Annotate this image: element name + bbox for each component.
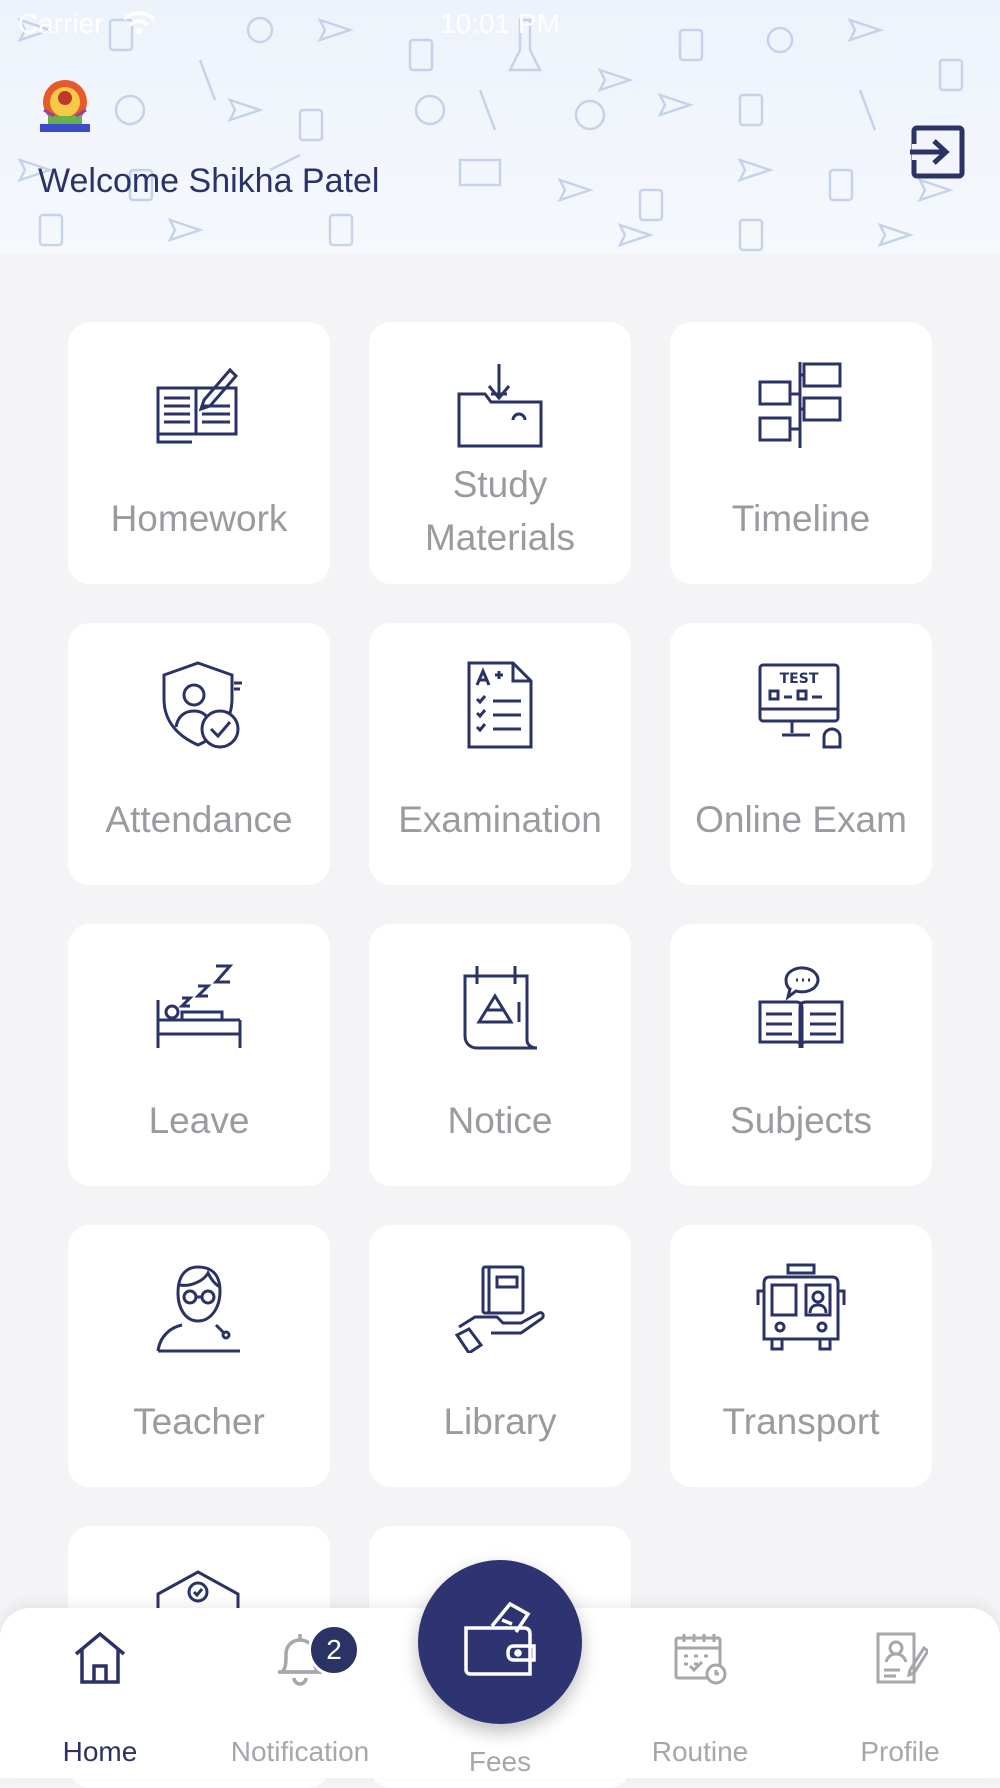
menu-label: Notice xyxy=(447,1100,553,1141)
profile-icon xyxy=(876,1632,928,1684)
calendar-icon xyxy=(674,1634,727,1685)
online-exam-icon: TEST xyxy=(758,663,842,749)
status-time: 10:01 PM xyxy=(440,8,560,39)
study-materials-icon xyxy=(457,364,543,448)
menu-tile-study-materials[interactable]: Study Materials xyxy=(369,322,631,584)
logout-icon[interactable] xyxy=(908,124,968,184)
library-icon xyxy=(455,1265,545,1353)
status-bar: Carrier 10:01 PM xyxy=(0,0,1000,50)
tab-label: Home xyxy=(62,1736,138,1767)
menu-label: Study Materials xyxy=(424,464,576,558)
menu-label: Attendance xyxy=(105,799,293,840)
wallet-icon xyxy=(464,1601,536,1676)
tab-home[interactable]: Home xyxy=(0,1608,200,1778)
attendance-icon xyxy=(162,661,242,749)
menu-tile-notice[interactable]: Notice xyxy=(369,924,631,1186)
subjects-icon xyxy=(758,966,844,1049)
tab-profile[interactable]: Profile xyxy=(800,1608,1000,1778)
leave-icon xyxy=(156,964,242,1048)
fees-label: Fees xyxy=(468,1746,532,1777)
menu-label: Transport xyxy=(722,1401,880,1442)
transport-icon xyxy=(756,1263,846,1351)
school-logo xyxy=(40,80,90,132)
tab-notification[interactable]: 2 Notification xyxy=(200,1608,400,1778)
notification-badge: 2 xyxy=(308,1624,360,1676)
menu-label: Leave xyxy=(148,1100,250,1141)
menu-tile-attendance[interactable]: Attendance xyxy=(68,623,330,885)
menu-tile-online-exam[interactable]: TEST Online Exam xyxy=(670,623,932,885)
menu-label: Online Exam xyxy=(695,799,907,840)
menu-tile-examination[interactable]: Examination xyxy=(369,623,631,885)
menu-label: Homework xyxy=(110,498,288,539)
menu-tile-library[interactable]: Library xyxy=(369,1225,631,1487)
menu-tile-timeline[interactable]: Timeline xyxy=(670,322,932,584)
svg-text:TEST: TEST xyxy=(780,671,819,687)
menu-label: Timeline xyxy=(731,498,871,539)
teacher-icon xyxy=(156,1265,240,1353)
menu-tile-transport[interactable]: Transport xyxy=(670,1225,932,1487)
timeline-icon xyxy=(758,362,842,448)
tab-label: Routine xyxy=(651,1736,749,1767)
menu-tile-teacher[interactable]: Teacher xyxy=(68,1225,330,1487)
notice-icon xyxy=(463,966,538,1050)
menu-label: Examination xyxy=(398,799,602,840)
tab-label: Profile xyxy=(860,1736,940,1767)
tab-label: Notification xyxy=(230,1736,370,1767)
homework-icon xyxy=(156,367,239,444)
menu-label: Library xyxy=(443,1401,557,1442)
menu-tile-leave[interactable]: Leave xyxy=(68,924,330,1186)
home-icon xyxy=(74,1631,126,1684)
welcome-text: Welcome Shikha Patel xyxy=(38,162,380,200)
menu-label: Teacher xyxy=(133,1401,265,1442)
menu-tile-subjects[interactable]: Subjects xyxy=(670,924,932,1186)
menu-tile-homework[interactable]: Homework xyxy=(68,322,330,584)
header: Carrier 10:01 PM Welcome Shikha Patel xyxy=(0,0,1000,254)
fees-button[interactable] xyxy=(418,1560,582,1724)
examination-icon xyxy=(467,661,533,749)
menu-label: Subjects xyxy=(730,1100,872,1141)
tab-routine[interactable]: Routine xyxy=(600,1608,800,1778)
